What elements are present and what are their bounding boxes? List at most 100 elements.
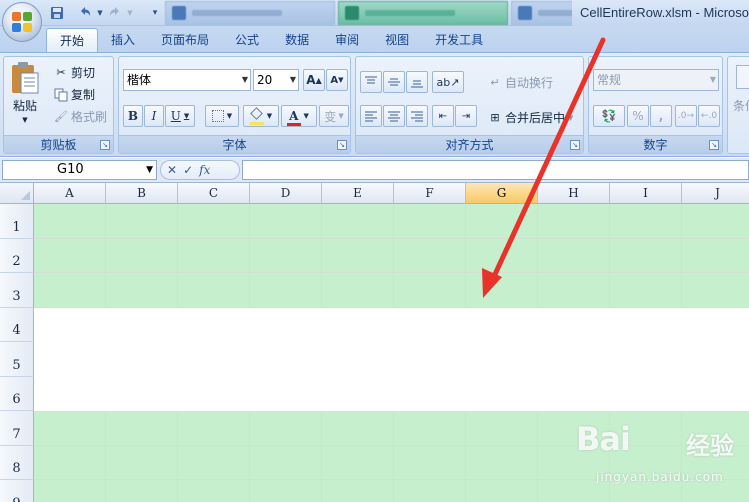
merge-center-button[interactable]: ⊞ 合并后居中 ▼ xyxy=(488,109,573,126)
cell-j6[interactable] xyxy=(682,377,749,412)
cell-h9[interactable] xyxy=(538,480,610,502)
name-box[interactable]: G10 ▼ xyxy=(2,160,157,180)
cell-b9[interactable] xyxy=(106,480,178,502)
align-left-button[interactable] xyxy=(360,105,382,127)
orientation-button[interactable]: ab↗ xyxy=(432,71,464,93)
cell-e4[interactable] xyxy=(322,308,394,343)
insert-function-icon[interactable]: fx xyxy=(199,163,210,177)
cell-c1[interactable] xyxy=(178,204,250,239)
cell-i8[interactable] xyxy=(610,445,682,480)
column-header-i[interactable]: I xyxy=(610,183,682,204)
cell-a8[interactable] xyxy=(34,445,106,480)
row-header-2[interactable]: 2 xyxy=(0,238,34,273)
number-format-box[interactable]: 常规 ▼ xyxy=(593,69,719,91)
align-bottom-button[interactable] xyxy=(406,71,428,93)
cell-h8[interactable] xyxy=(538,445,610,480)
row-header-3[interactable]: 3 xyxy=(0,273,34,308)
cell-d5[interactable] xyxy=(250,342,322,377)
enter-icon[interactable]: ✓ xyxy=(183,163,193,177)
cell-d4[interactable] xyxy=(250,308,322,343)
cell-g5[interactable] xyxy=(466,342,538,377)
cell-h6[interactable] xyxy=(538,377,610,412)
document-tab[interactable] xyxy=(165,1,335,25)
cell-c6[interactable] xyxy=(178,377,250,412)
paste-button[interactable]: 粘贴 ▼ xyxy=(10,61,40,124)
cell-i4[interactable] xyxy=(610,308,682,343)
row-header-7[interactable]: 7 xyxy=(0,411,34,446)
cell-f4[interactable] xyxy=(394,308,466,343)
cell-j4[interactable] xyxy=(682,308,749,343)
cell-d2[interactable] xyxy=(250,238,322,273)
row-header-6[interactable]: 6 xyxy=(0,376,34,411)
bold-button[interactable]: B xyxy=(123,105,143,127)
tab-home[interactable]: 开始 xyxy=(46,28,99,52)
cell-b8[interactable] xyxy=(106,445,178,480)
cell-a2[interactable] xyxy=(34,238,106,273)
cell-c2[interactable] xyxy=(178,238,250,273)
cell-a5[interactable] xyxy=(34,342,106,377)
copy-button[interactable]: 复制 xyxy=(54,86,95,103)
cell-g4[interactable] xyxy=(466,308,538,343)
column-header-g[interactable]: G xyxy=(466,183,538,204)
cell-e8[interactable] xyxy=(322,445,394,480)
cell-b6[interactable] xyxy=(106,377,178,412)
row-header-9[interactable]: 9 xyxy=(0,480,34,502)
row-header-1[interactable]: 1 xyxy=(0,204,34,239)
cell-c4[interactable] xyxy=(178,308,250,343)
cancel-icon[interactable]: ✕ xyxy=(167,163,177,177)
cell-a1[interactable] xyxy=(34,204,106,239)
row-header-4[interactable]: 4 xyxy=(0,307,34,342)
number-launcher-icon[interactable]: ↘ xyxy=(709,140,719,150)
cell-g3[interactable] xyxy=(466,273,538,308)
cell-d7[interactable] xyxy=(250,411,322,446)
select-all-button[interactable] xyxy=(0,183,34,204)
increase-decimal-button[interactable]: .0→ xyxy=(675,105,697,127)
document-tab-active[interactable] xyxy=(338,1,508,25)
cell-i7[interactable] xyxy=(610,411,682,446)
cell-j9[interactable] xyxy=(682,480,749,502)
cell-d3[interactable] xyxy=(250,273,322,308)
tab-data[interactable]: 数据 xyxy=(272,28,322,52)
cell-j5[interactable] xyxy=(682,342,749,377)
cell-j7[interactable] xyxy=(682,411,749,446)
cell-d8[interactable] xyxy=(250,445,322,480)
wrap-text-button[interactable]: ↵ 自动换行 xyxy=(488,74,553,91)
cell-f5[interactable] xyxy=(394,342,466,377)
cell-g6[interactable] xyxy=(466,377,538,412)
row-header-5[interactable]: 5 xyxy=(0,342,34,377)
fill-color-button[interactable]: ▼ xyxy=(243,105,279,127)
tab-formulas[interactable]: 公式 xyxy=(222,28,272,52)
column-header-h[interactable]: H xyxy=(538,183,610,204)
italic-button[interactable]: I xyxy=(144,105,164,127)
format-painter-button[interactable]: 🖌 格式刷 xyxy=(54,108,107,125)
cell-i1[interactable] xyxy=(610,204,682,239)
accounting-format-button[interactable]: 💱 xyxy=(593,105,625,127)
cell-a7[interactable] xyxy=(34,411,106,446)
alignment-launcher-icon[interactable]: ↘ xyxy=(570,140,580,150)
borders-button[interactable]: ▼ xyxy=(205,105,239,127)
cell-h4[interactable] xyxy=(538,308,610,343)
cell-b3[interactable] xyxy=(106,273,178,308)
cell-a3[interactable] xyxy=(34,273,106,308)
cell-h7[interactable] xyxy=(538,411,610,446)
cell-g7[interactable] xyxy=(466,411,538,446)
cell-a4[interactable] xyxy=(34,308,106,343)
undo-dropdown-icon[interactable]: ▼ xyxy=(96,4,104,22)
redo-dropdown-icon[interactable]: ▼ xyxy=(126,4,134,22)
cell-f6[interactable] xyxy=(394,377,466,412)
cell-i3[interactable] xyxy=(610,273,682,308)
cell-b2[interactable] xyxy=(106,238,178,273)
conditional-format-button[interactable]: 条件 xyxy=(733,97,749,114)
undo-icon[interactable] xyxy=(76,4,94,22)
increase-indent-button[interactable]: ⇥ xyxy=(455,105,477,127)
cell-e9[interactable] xyxy=(322,480,394,502)
cell-f8[interactable] xyxy=(394,445,466,480)
cell-b5[interactable] xyxy=(106,342,178,377)
column-header-d[interactable]: D xyxy=(250,183,322,204)
save-icon[interactable] xyxy=(48,4,66,22)
cell-j1[interactable] xyxy=(682,204,749,239)
cell-i6[interactable] xyxy=(610,377,682,412)
underline-button[interactable]: U ▼ xyxy=(165,105,195,127)
column-header-c[interactable]: C xyxy=(178,183,250,204)
column-header-b[interactable]: B xyxy=(106,183,178,204)
